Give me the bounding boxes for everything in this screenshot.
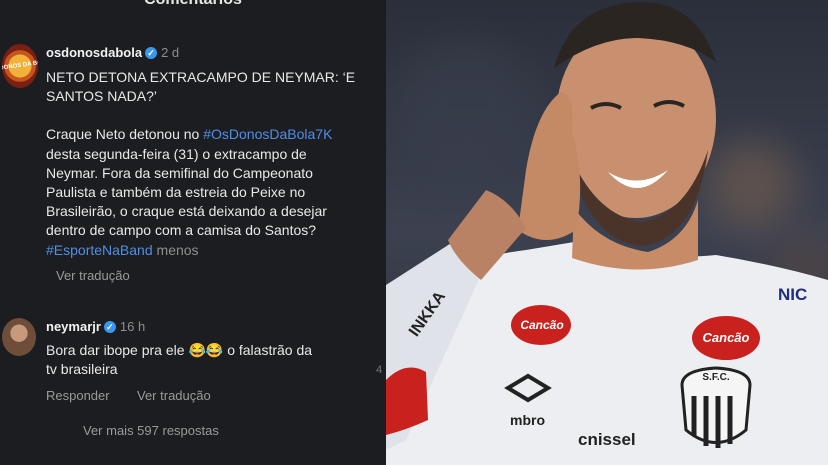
caption-headline-line-1: NETO DETONA EXTRACAMPO DE NEYMAR: ‘E	[46, 69, 356, 85]
caption-line-2: desta segunda-feira (31) o extracampo de	[46, 145, 307, 162]
caption-line-3: Neymar. Fora da semifinal do Campeonato	[46, 164, 313, 181]
reply-author-avatar[interactable]	[2, 318, 36, 356]
post-timestamp: 2 d	[161, 45, 180, 60]
caption-line-1: Craque Neto detonou no #OsDonosDaBola7K	[46, 126, 333, 143]
post-author-username[interactable]: osdonosdabola	[46, 45, 142, 60]
verified-badge-icon: ✓	[145, 47, 158, 59]
avatar-logo-text: OS DONOS DA BOLA	[2, 58, 38, 73]
reply-text: Bora dar ibope pra ele 😂😂 o falastrão da…	[46, 341, 312, 379]
comments-title: Comentários	[0, 0, 386, 9]
caption-line-4: Paulista e também da estreia do Peixe no	[46, 184, 306, 201]
post-author-row: osdonosdabola ✓ 2 d	[46, 45, 179, 60]
verified-badge-icon: ✓	[103, 321, 116, 333]
caption-headline-line-2: SANTOS NADA?’	[46, 88, 157, 105]
reply-timestamp: 16 h	[119, 319, 146, 334]
hashtag-link[interactable]: #EsporteNaBand	[46, 242, 153, 258]
kit-brand: mbro	[510, 412, 545, 428]
reply-see-translation-link[interactable]: Ver tradução	[137, 388, 211, 403]
shirt-sponsor: cnissel	[578, 430, 636, 449]
reply-line-2: tv brasileira	[46, 361, 118, 378]
caption-line-7: #EsporteNaBand menos	[46, 241, 355, 260]
post-caption: NETO DETONA EXTRACAMPO DE NEYMAR: ‘E SAN…	[46, 68, 355, 260]
hashtag-link[interactable]: #OsDonosDaBola7K	[203, 126, 332, 142]
view-more-replies-link[interactable]: Ver mais 597 respostas	[83, 423, 219, 438]
show-less-link[interactable]: menos	[157, 242, 199, 258]
club-crest: S.F.C.	[702, 372, 730, 383]
sponsor-badge-left: Cancão	[520, 318, 564, 332]
comments-panel: Comentários OS DONOS DA BOLA osdonosdabo…	[0, 0, 386, 465]
post-author-avatar[interactable]: OS DONOS DA BOLA	[2, 44, 38, 88]
player-illustration	[386, 1, 828, 465]
reply-line-1: Bora dar ibope pra ele 😂😂 o falastrão da	[46, 342, 313, 358]
post-see-translation-link[interactable]: Ver tradução	[56, 268, 130, 283]
sponsor-badge-right: Cancão	[702, 330, 750, 345]
reply-author-row: neymarjr ✓ 16 h	[46, 319, 145, 334]
caption-line-5: Brasileirão, o craque está deixando a de…	[46, 203, 327, 220]
cut-off-text: 4	[376, 364, 383, 376]
neymar-photo: Cancão Cancão S.F.C. mbro cnissel INKKA …	[386, 0, 828, 465]
reply-button[interactable]: Responder	[46, 388, 110, 403]
caption-line-6: dentro de campo com a camisa do Santos?	[46, 222, 317, 239]
reply-author-username[interactable]: neymarjr	[46, 319, 101, 334]
right-shoulder-text: NIC	[778, 285, 808, 304]
laughing-emoji-icon: 😂😂	[188, 342, 224, 358]
